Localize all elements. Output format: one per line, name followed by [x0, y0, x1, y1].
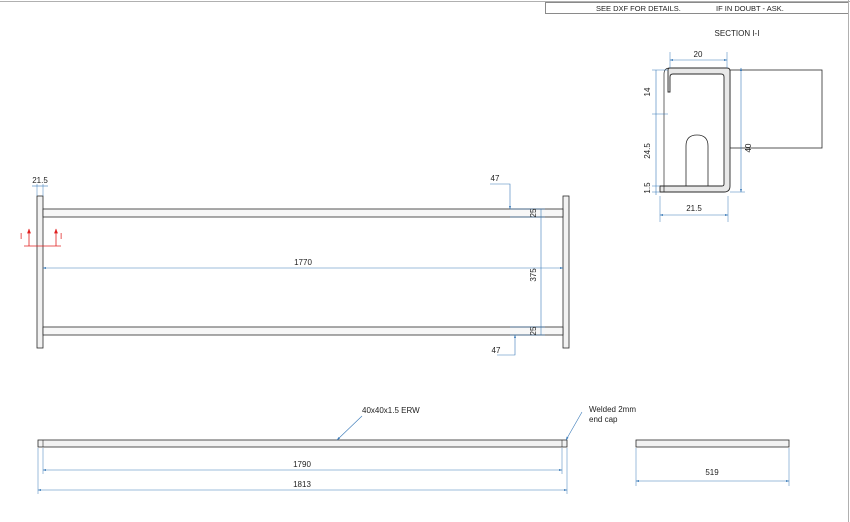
dim-text-1790: 1790 — [293, 460, 311, 469]
elevation-view: 40x40x1.5 ERW Welded 2mm end cap 1790 18… — [37, 405, 636, 494]
plan-bottom-rail — [42, 326, 564, 336]
plan-right-post — [562, 195, 570, 349]
plan-view: 21.5 47 25 375 25 1770 47 I I — [20, 174, 570, 356]
leader-47-top — [490, 183, 512, 210]
leader-end-cap — [565, 411, 583, 441]
dim-text-40: 40 — [744, 143, 753, 152]
dim-text-519: 519 — [705, 468, 719, 477]
section-view: SECTION I-I 20 14 24.5 1.5 40 21.5 — [643, 29, 823, 222]
dim-text-375: 375 — [529, 268, 538, 282]
dim-text-47-bottom: 47 — [492, 346, 501, 355]
technical-drawing: SECTION I-I 20 14 24.5 1.5 40 21.5 21.5 … — [20, 29, 823, 494]
label-cap-line2: end cap — [589, 415, 618, 424]
dim-text-14: 14 — [643, 87, 652, 96]
drawing-sheet: SEE DXF FOR DETAILS. IF IN DOUBT - ASK. … — [0, 0, 850, 522]
section-profile — [659, 67, 731, 193]
dim-text-1-5: 1.5 — [643, 182, 652, 194]
dim-text-25-top: 25 — [529, 208, 538, 217]
elevation-tube — [37, 439, 568, 448]
dim-text-25-bottom: 25 — [529, 326, 538, 335]
dim-text-21-5-bottom: 21.5 — [686, 204, 702, 213]
section-slot — [685, 134, 709, 186]
plan-left-post — [36, 195, 44, 349]
plan-top-rail — [42, 208, 564, 218]
section-title: SECTION I-I — [715, 29, 760, 38]
section-attached-panel — [729, 69, 823, 149]
leader-tube — [336, 415, 363, 441]
dim-text-47-top: 47 — [491, 174, 500, 183]
end-view: 519 — [635, 439, 790, 486]
label-tube: 40x40x1.5 ERW — [362, 406, 420, 415]
section-marker-label-left: I — [20, 232, 22, 241]
dim-text-21-5-plan: 21.5 — [32, 176, 48, 185]
section-marker-label-right: I — [60, 232, 62, 241]
dim-text-1813: 1813 — [293, 480, 311, 489]
dim-text-1770: 1770 — [294, 258, 312, 267]
dim-text-24-5: 24.5 — [643, 143, 652, 159]
label-cap-line1: Welded 2mm — [589, 405, 636, 414]
end-view-tube — [635, 439, 790, 448]
dim-text-20: 20 — [694, 50, 703, 59]
